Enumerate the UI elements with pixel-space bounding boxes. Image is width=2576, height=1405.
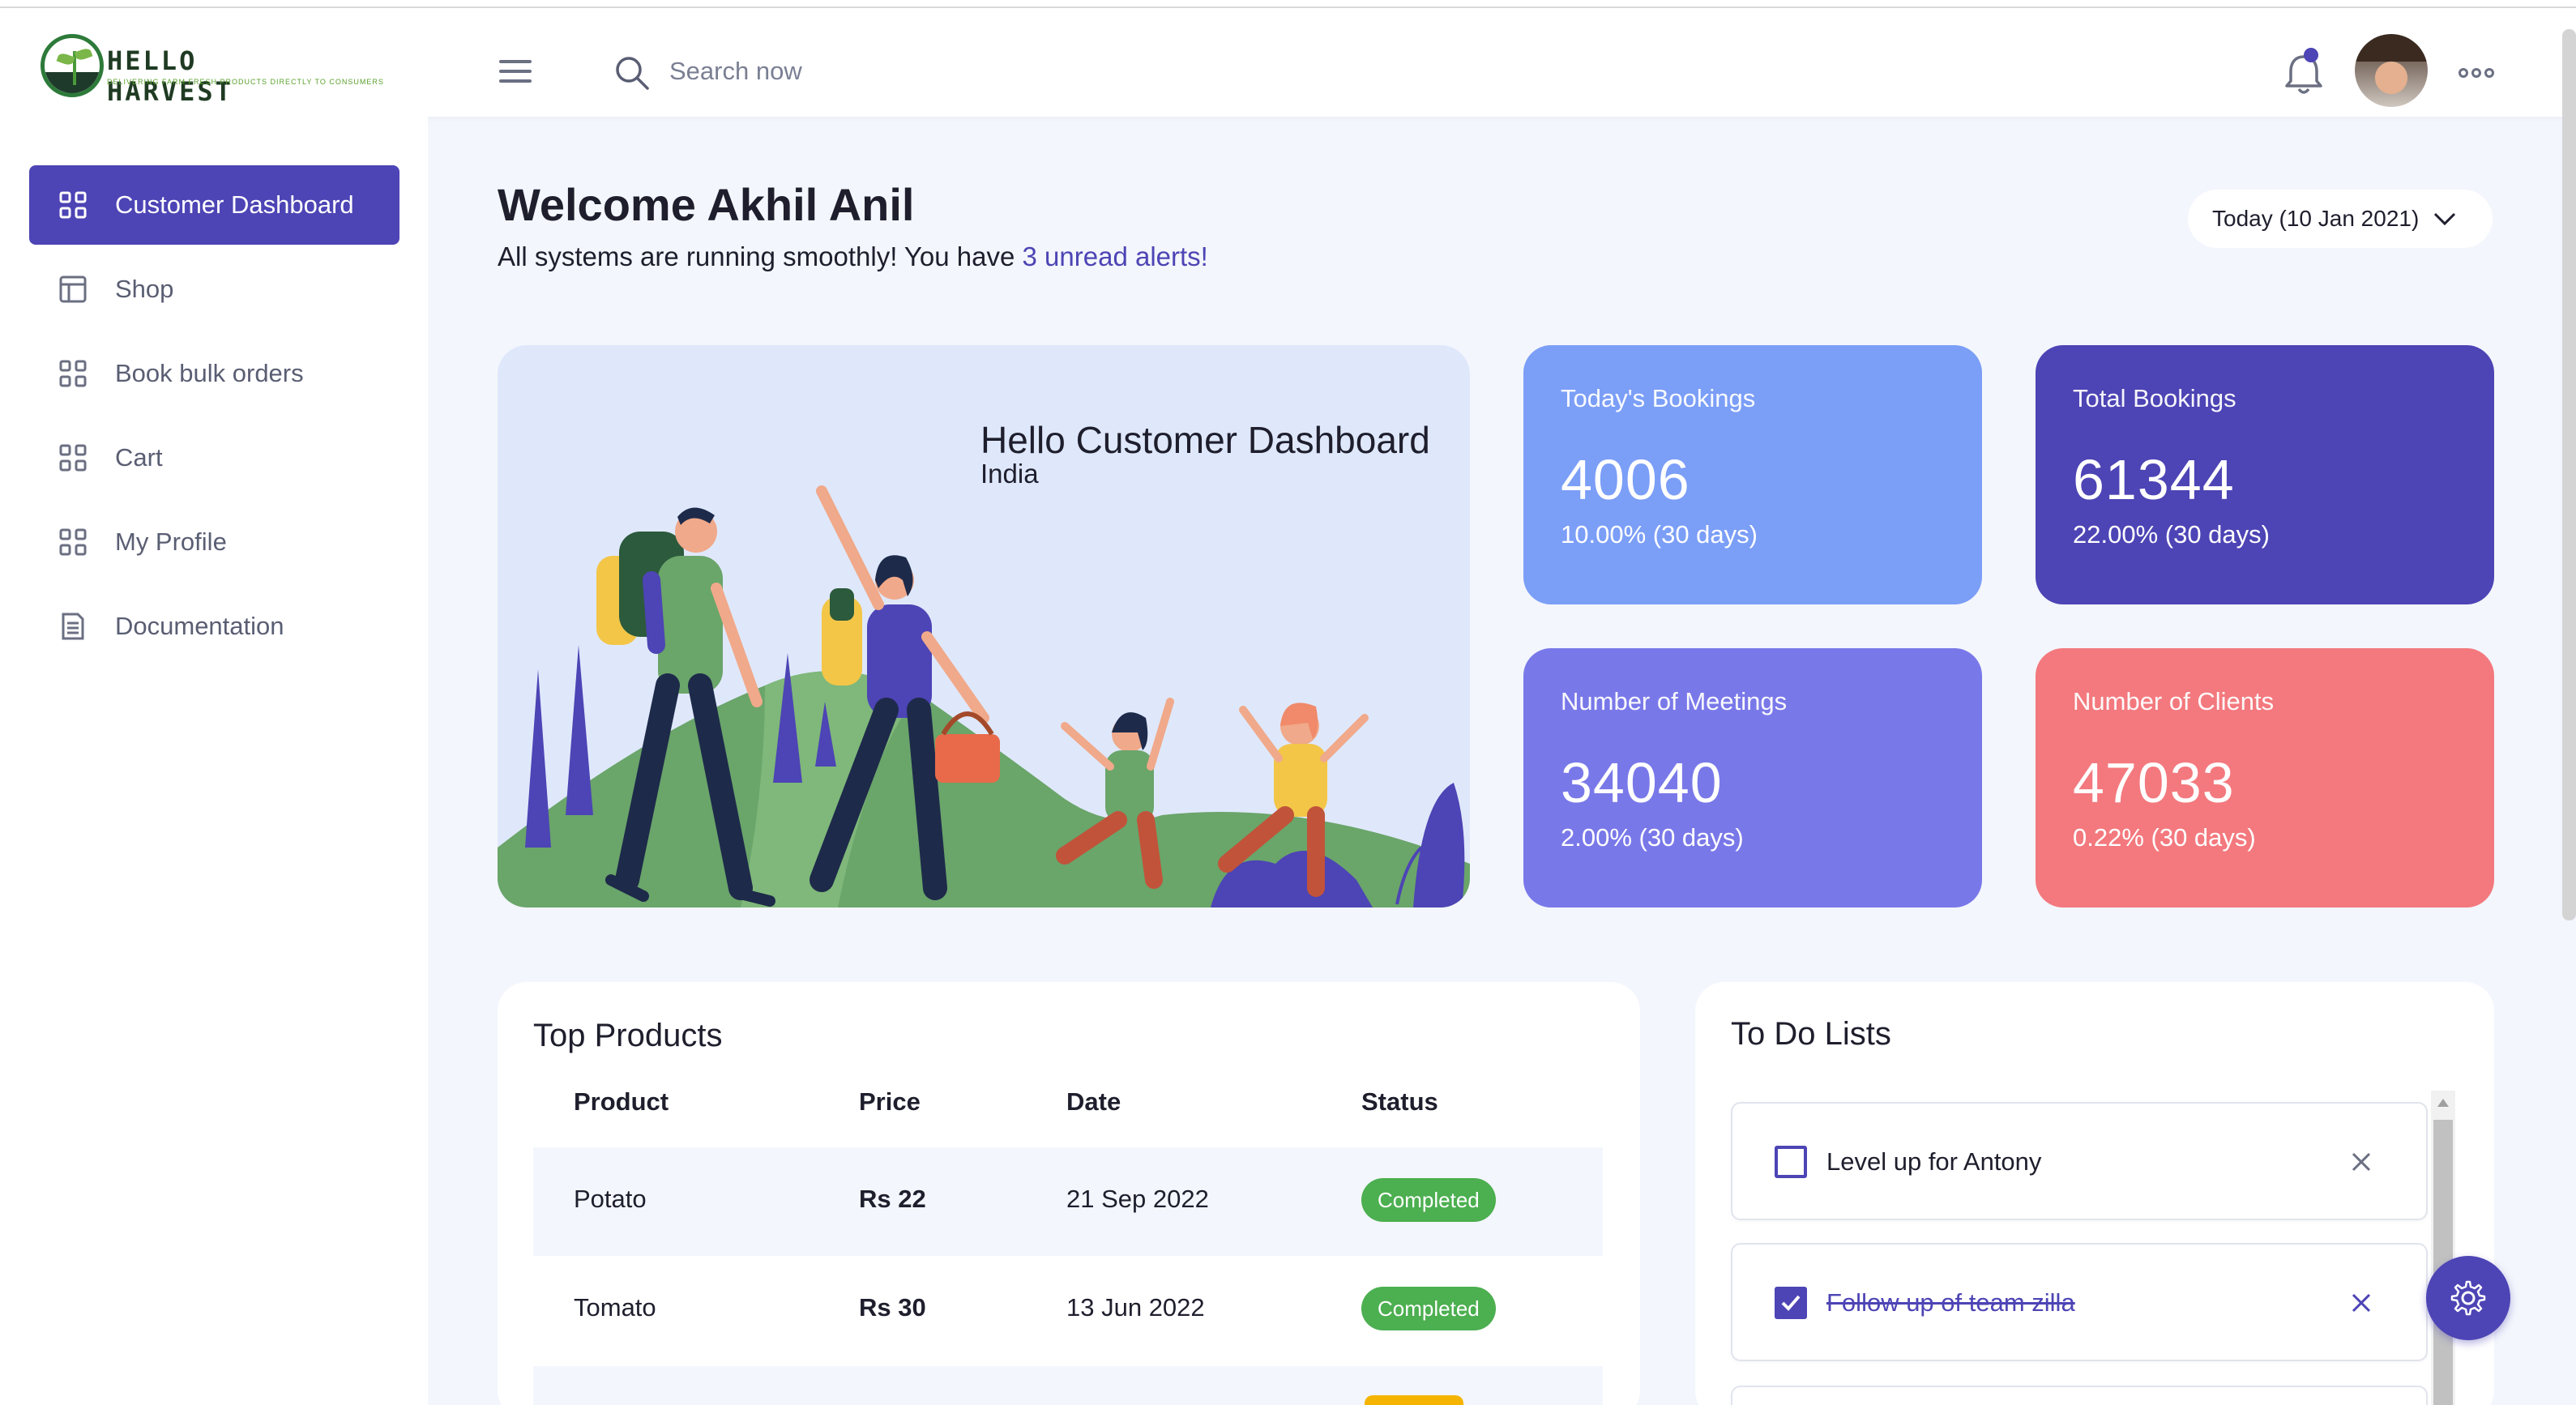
todo-item[interactable] [1731, 1386, 2428, 1405]
todo-checkbox[interactable] [1775, 1287, 1807, 1319]
product-cell: Tomato [574, 1293, 656, 1322]
grid-icon [59, 360, 87, 387]
hero-title: Hello Customer Dashboard [980, 419, 1430, 461]
layout-icon [59, 275, 87, 303]
todo-text: Level up for Antony [1826, 1147, 2042, 1176]
stat-change: 2.00% (30 days) [1561, 823, 1744, 852]
logo-title: HELLO HARVEST [107, 45, 233, 107]
sidebar-item-label: Documentation [115, 612, 284, 640]
sidebar-item-label: Shop [115, 275, 174, 303]
todo-checkbox[interactable] [1775, 1146, 1807, 1178]
page-scrollbar[interactable] [2562, 29, 2576, 920]
status-badge: Completed [1361, 1287, 1496, 1330]
close-icon[interactable] [2348, 1290, 2374, 1316]
menu-toggle-icon[interactable] [499, 60, 532, 86]
sidebar: Customer Dashboard Shop Book bulk orders… [0, 117, 428, 1405]
sidebar-item-shop[interactable]: Shop [29, 250, 399, 329]
column-header-product: Product [574, 1087, 669, 1116]
stat-value: 61344 [2073, 448, 2235, 511]
status-badge: Completed [1361, 1178, 1496, 1222]
stat-label: Total Bookings [2073, 384, 2236, 412]
stat-value: 47033 [2073, 751, 2235, 814]
scroll-up-arrow-icon[interactable] [2437, 1099, 2449, 1107]
grid-icon [59, 528, 87, 556]
date-cell: 13 Jun 2022 [1066, 1293, 1205, 1322]
stat-value: 34040 [1561, 751, 1723, 814]
gear-icon [2450, 1280, 2486, 1316]
stat-card-number-of-clients: Number of Clients 47033 0.22% (30 days) [2036, 648, 2494, 907]
column-header-status: Status [1361, 1087, 1438, 1116]
column-header-date: Date [1066, 1087, 1121, 1116]
column-header-price: Price [859, 1087, 921, 1116]
todo-item[interactable]: Level up for Antony [1731, 1102, 2428, 1220]
status-badge [1365, 1395, 1463, 1405]
notification-bell-icon[interactable] [2280, 47, 2327, 99]
todo-scrollbar[interactable] [2431, 1091, 2455, 1405]
stat-card-total-bookings: Total Bookings 61344 22.00% (30 days) [2036, 345, 2494, 604]
checkmark-icon [1781, 1295, 1801, 1311]
product-cell: Potato [574, 1185, 647, 1213]
sidebar-item-label: My Profile [115, 527, 227, 556]
hero-subtitle: India [980, 459, 1039, 489]
todo-text: Follow up of team zilla [1826, 1288, 2075, 1317]
sidebar-item-book-bulk-orders[interactable]: Book bulk orders [29, 334, 399, 413]
sidebar-item-customer-dashboard[interactable]: Customer Dashboard [29, 165, 399, 245]
chevron-down-icon [2434, 212, 2456, 226]
logo[interactable]: HELLO HARVEST DELIVERING FARM FRESH PROD… [41, 31, 383, 107]
stat-label: Number of Meetings [1561, 687, 1788, 715]
stat-card-number-of-meetings: Number of Meetings 34040 2.00% (30 days) [1523, 648, 1982, 907]
stat-change: 0.22% (30 days) [2073, 823, 2256, 852]
search-icon[interactable] [613, 53, 651, 92]
stat-label: Today's Bookings [1561, 384, 1756, 412]
table-row[interactable]: Potato Rs 22 21 Sep 2022 Completed [533, 1147, 1603, 1256]
grid-icon [59, 444, 87, 472]
sidebar-item-cart[interactable]: Cart [29, 418, 399, 498]
stat-change: 10.00% (30 days) [1561, 520, 1758, 549]
date-cell: 21 Sep 2022 [1066, 1185, 1209, 1213]
welcome-subtitle-text: All systems are running smoothly! You ha… [498, 241, 1023, 271]
logo-plant-icon [41, 34, 104, 97]
close-icon[interactable] [2348, 1149, 2374, 1175]
stat-label: Number of Clients [2073, 687, 2275, 715]
stat-card-todays-bookings: Today's Bookings 4006 10.00% (30 days) [1523, 345, 1982, 604]
sidebar-item-label: Customer Dashboard [115, 190, 354, 219]
stat-change: 22.00% (30 days) [2073, 520, 2270, 549]
welcome-subtitle: All systems are running smoothly! You ha… [498, 241, 1208, 272]
window-top-strip [0, 0, 2576, 8]
date-filter-label: Today (10 Jan 2021) [2212, 206, 2420, 231]
date-filter-dropdown[interactable]: Today (10 Jan 2021) [2188, 190, 2493, 248]
todo-item[interactable]: Follow up of team zilla [1731, 1243, 2428, 1361]
sidebar-item-label: Cart [115, 443, 163, 472]
stat-value: 4006 [1561, 448, 1690, 511]
page-title: Welcome Akhil Anil [498, 179, 915, 230]
price-cell: Rs 30 [859, 1293, 926, 1322]
top-products-title: Top Products [533, 1018, 723, 1053]
sidebar-item-my-profile[interactable]: My Profile [29, 502, 399, 582]
document-icon [62, 613, 84, 640]
table-row[interactable]: Tomato Rs 30 13 Jun 2022 Completed [533, 1256, 1603, 1364]
more-options-icon[interactable] [2459, 66, 2494, 79]
settings-gear-button[interactable] [2426, 1256, 2510, 1340]
todo-title: To Do Lists [1731, 1016, 1891, 1052]
grid-icon [59, 191, 87, 219]
unread-alerts-link[interactable]: 3 unread alerts! [1023, 241, 1208, 271]
price-cell: Rs 22 [859, 1185, 926, 1213]
sidebar-item-documentation[interactable]: Documentation [29, 587, 399, 666]
top-header: HELLO HARVEST DELIVERING FARM FRESH PROD… [0, 8, 2576, 117]
user-avatar[interactable] [2355, 34, 2428, 107]
hero-card: Hello Customer Dashboard India [498, 345, 1470, 907]
sidebar-item-label: Book bulk orders [115, 359, 304, 387]
logo-tagline: DELIVERING FARM FRESH PRODUCTS DIRECTLY … [107, 78, 384, 86]
search-input[interactable] [669, 50, 1074, 92]
